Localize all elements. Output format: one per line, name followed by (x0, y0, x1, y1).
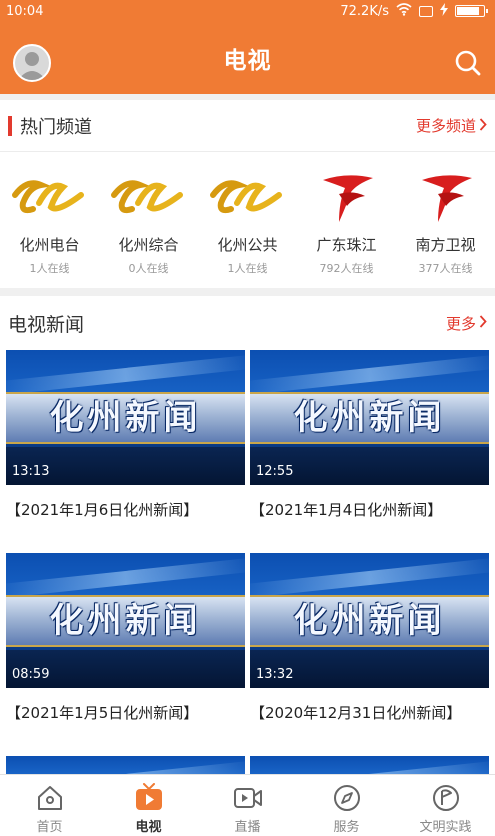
no-sim-icon (419, 5, 433, 17)
tv-news-header: 电视新闻 更多 (0, 296, 495, 350)
channel-item[interactable]: 广东珠江 792人在线 (297, 168, 396, 276)
news-card[interactable]: 化州新闻 13:32 【2020年12月31日化州新闻】 (250, 553, 489, 740)
video-duration: 13:32 (256, 667, 294, 682)
news-caption[interactable]: 【2021年1月4日化州新闻】 (250, 485, 489, 537)
news-card[interactable]: 化州新闻 08:59 【2021年1月5日化州新闻】 (6, 553, 245, 740)
chevron-right-icon (479, 117, 487, 135)
network-speed: 72.2K/s (340, 3, 389, 19)
huazhou-logo-icon (109, 168, 189, 228)
status-bar: 10:04 72.2K/s (0, 0, 495, 22)
more-channels-link[interactable]: 更多频道 (416, 115, 487, 136)
hot-channels-header: 热门频道 更多频道 (0, 100, 495, 152)
video-duration: 08:59 (12, 667, 50, 682)
tab-civilization-practice[interactable]: 文明实践 (396, 775, 495, 836)
chevron-right-icon (479, 314, 487, 332)
video-thumbnail[interactable]: 化州新闻 12:55 (250, 350, 489, 485)
battery-icon (455, 5, 488, 17)
channel-item[interactable]: 化州综合 0人在线 (99, 168, 198, 276)
search-icon[interactable] (453, 48, 483, 78)
tab-service[interactable]: 服务 (297, 775, 396, 836)
more-news-link[interactable]: 更多 (446, 313, 487, 334)
wifi-icon (396, 2, 412, 20)
compass-icon (332, 783, 362, 813)
hot-channels-title: 热门频道 (20, 116, 92, 138)
gdtv-logo-icon (406, 168, 486, 228)
gdtv-logo-icon (307, 168, 387, 228)
video-duration: 12:55 (256, 464, 294, 479)
channel-item[interactable]: 化州公共 1人在线 (198, 168, 297, 276)
video-duration: 13:13 (12, 464, 50, 479)
news-caption[interactable]: 【2021年1月6日化州新闻】 (6, 485, 245, 537)
huazhou-logo-icon (208, 168, 288, 228)
news-card[interactable]: 化州新闻 12:55 【2021年1月4日化州新闻】 (250, 350, 489, 537)
bottom-tab-bar: 首页 电视 直播 服务 文明实践 (0, 774, 495, 836)
tab-live[interactable]: 直播 (198, 775, 297, 836)
tab-tv[interactable]: 电视 (99, 775, 198, 836)
live-video-icon (233, 783, 263, 813)
flag-icon (431, 783, 461, 813)
channel-list: 化州电台 1人在线 化州综合 0人在线 化州公共 1人在线 广东珠江 792人在… (0, 152, 495, 276)
avatar[interactable] (13, 44, 51, 82)
tv-news-section: 电视新闻 更多 化州新闻 13:13 【2021年1月6日化州新闻】 化州新闻 … (0, 296, 495, 806)
video-thumbnail[interactable]: 化州新闻 08:59 (6, 553, 245, 688)
channel-item[interactable]: 南方卫视 377人在线 (396, 168, 495, 276)
news-caption[interactable]: 【2021年1月5日化州新闻】 (6, 688, 245, 740)
tv-news-title: 电视新闻 (8, 313, 85, 336)
tv-icon (134, 783, 164, 813)
section-marker (8, 115, 12, 136)
video-thumbnail[interactable]: 化州新闻 13:32 (250, 553, 489, 688)
top-app-bar: 电视 (0, 22, 495, 94)
channel-item[interactable]: 化州电台 1人在线 (0, 168, 99, 276)
status-time: 10:04 (6, 3, 44, 19)
video-thumbnail[interactable]: 化州新闻 13:13 (6, 350, 245, 485)
tab-home[interactable]: 首页 (0, 775, 99, 836)
home-icon (35, 783, 65, 813)
huazhou-logo-icon (10, 168, 90, 228)
hot-channels-section: 热门频道 更多频道 化州电台 1人在线 化州综合 0人在线 化州公共 1人在线 (0, 100, 495, 288)
news-grid: 化州新闻 13:13 【2021年1月6日化州新闻】 化州新闻 12:55 【2… (0, 350, 495, 806)
news-caption[interactable]: 【2020年12月31日化州新闻】 (250, 688, 489, 740)
news-card[interactable]: 化州新闻 13:13 【2021年1月6日化州新闻】 (6, 350, 245, 537)
page-title: 电视 (223, 48, 272, 74)
charging-icon (440, 2, 448, 20)
